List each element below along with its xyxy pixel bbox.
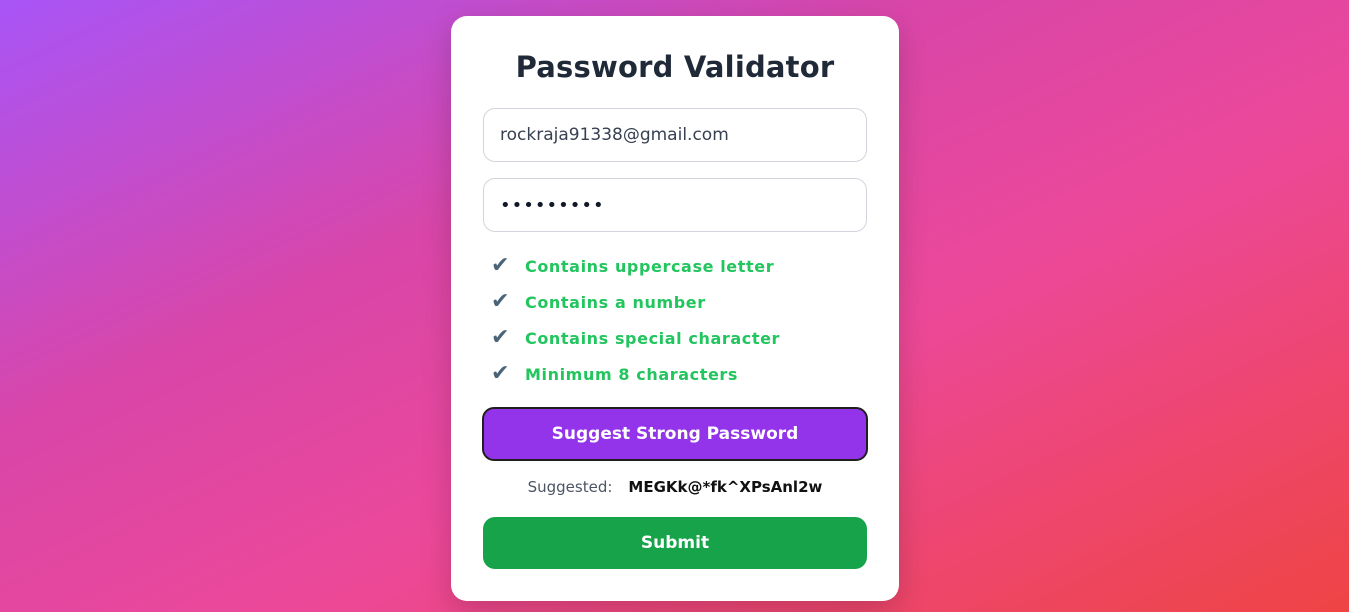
check-mark-icon: ✔ [491, 361, 510, 386]
rule-min-length: ✔ Minimum 8 characters [491, 356, 871, 392]
rule-label: Contains uppercase letter [525, 256, 775, 276]
password-validator-card: Password Validator rockraja91338@gmail.c… [451, 16, 899, 601]
email-field-value: rockraja91338@gmail.com [500, 125, 729, 145]
suggested-label: Suggested: [527, 478, 613, 496]
rule-special-character: ✔ Contains special character [491, 320, 871, 356]
check-mark-icon: ✔ [491, 289, 510, 314]
password-field[interactable]: ••••••••• [483, 178, 867, 232]
password-rules-list: ✔ Contains uppercase letter ✔ Contains a… [491, 248, 871, 392]
rule-label: Minimum 8 characters [525, 364, 739, 384]
suggested-password-row: Suggested: MEGKk@*fk^XPsAnl2w [451, 478, 899, 496]
check-mark-icon: ✔ [491, 325, 510, 350]
rule-number: ✔ Contains a number [491, 284, 871, 320]
rule-uppercase: ✔ Contains uppercase letter [491, 248, 871, 284]
check-mark-icon: ✔ [491, 253, 510, 278]
rule-label: Contains special character [525, 328, 781, 348]
suggested-password-value: MEGKk@*fk^XPsAnl2w [628, 478, 823, 496]
rule-label: Contains a number [525, 292, 706, 312]
suggest-password-button[interactable]: Suggest Strong Password [482, 407, 868, 461]
page-title: Password Validator [515, 50, 835, 84]
submit-button[interactable]: Submit [483, 517, 867, 569]
email-field[interactable]: rockraja91338@gmail.com [483, 108, 867, 162]
password-field-value: ••••••••• [500, 194, 605, 216]
